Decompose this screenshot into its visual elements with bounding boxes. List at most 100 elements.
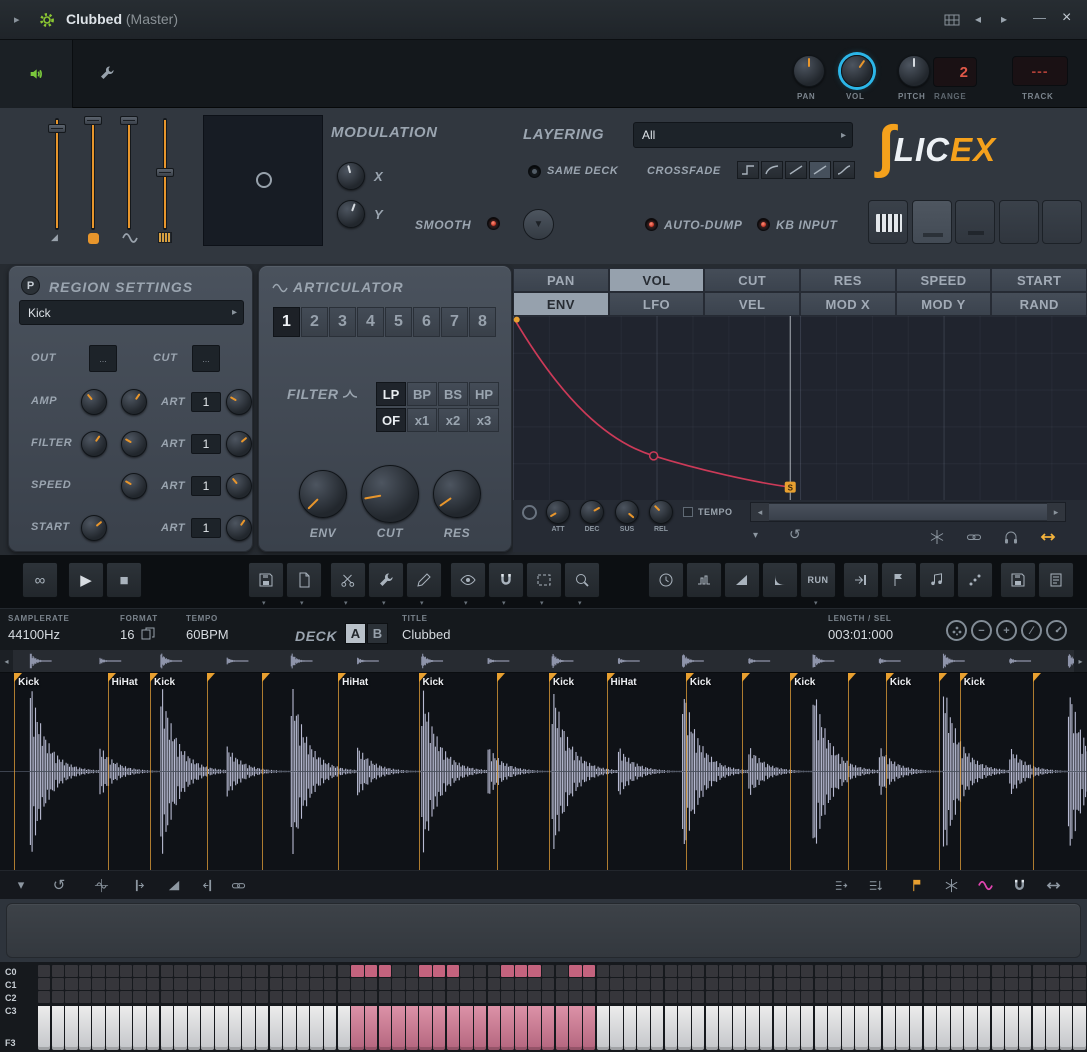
kb-cell[interactable] bbox=[229, 991, 241, 1003]
fader-track[interactable] bbox=[127, 118, 131, 230]
save-sample-button[interactable] bbox=[1000, 562, 1036, 598]
piano-key[interactable] bbox=[256, 1006, 268, 1050]
deck-page-button[interactable] bbox=[912, 200, 952, 244]
wave-menu-arrow[interactable]: ▾ bbox=[10, 875, 32, 895]
piano-key[interactable] bbox=[597, 1006, 609, 1050]
speed-dial-icon[interactable] bbox=[1046, 620, 1067, 641]
deck-page-button[interactable] bbox=[868, 200, 908, 244]
crossfade-curve-button[interactable] bbox=[809, 161, 831, 179]
slide-curve-icon[interactable] bbox=[974, 875, 996, 895]
waveform-overview[interactable]: ◂ ▸ bbox=[0, 650, 1087, 673]
kb-cell[interactable] bbox=[910, 965, 922, 977]
piano-key[interactable] bbox=[692, 1006, 704, 1050]
kb-cell[interactable] bbox=[379, 965, 391, 977]
next-preset-button[interactable]: ▸ bbox=[1001, 12, 1007, 26]
art-value-box[interactable]: 1 bbox=[191, 476, 221, 496]
new-document-button[interactable] bbox=[286, 562, 322, 598]
headphones-icon[interactable] bbox=[1002, 528, 1020, 546]
tab-vol[interactable]: VOL bbox=[609, 268, 705, 292]
amp-art-knob[interactable] bbox=[226, 389, 252, 415]
kb-cell[interactable] bbox=[406, 978, 418, 990]
overview-scroll-left[interactable]: ◂ bbox=[0, 650, 13, 672]
kb-cell[interactable] bbox=[256, 965, 268, 977]
piano-key[interactable] bbox=[310, 1006, 322, 1050]
kb-cell[interactable] bbox=[910, 978, 922, 990]
kb-cell[interactable] bbox=[52, 978, 64, 990]
piano-key[interactable] bbox=[951, 1006, 963, 1050]
tempo-checkbox[interactable] bbox=[683, 507, 693, 517]
filter-type-hp[interactable]: HP bbox=[469, 382, 499, 406]
piano-key[interactable] bbox=[637, 1006, 649, 1050]
kb-cell[interactable] bbox=[147, 978, 159, 990]
snap-magnet-icon[interactable] bbox=[1008, 875, 1030, 895]
pitch-knob[interactable] bbox=[898, 55, 930, 87]
tab-cut[interactable]: CUT bbox=[704, 268, 800, 292]
kb-cell[interactable] bbox=[201, 965, 213, 977]
fader-track[interactable] bbox=[91, 118, 95, 230]
kb-cell[interactable] bbox=[161, 978, 173, 990]
slice-marker[interactable]: HiHat bbox=[338, 673, 339, 870]
kb-cell[interactable] bbox=[787, 991, 799, 1003]
kb-cell[interactable] bbox=[283, 965, 295, 977]
start-knob[interactable] bbox=[81, 515, 107, 541]
kb-cell[interactable] bbox=[433, 991, 445, 1003]
kb-cell[interactable] bbox=[147, 965, 159, 977]
kb-cell[interactable] bbox=[92, 991, 104, 1003]
kb-cell[interactable] bbox=[801, 991, 813, 1003]
kb-cell[interactable] bbox=[92, 978, 104, 990]
scroll-left-arrow[interactable]: ◂ bbox=[751, 503, 769, 521]
kb-cell[interactable] bbox=[774, 991, 786, 1003]
kb-cell[interactable] bbox=[270, 991, 282, 1003]
piano-key[interactable] bbox=[65, 1006, 77, 1050]
kb-cell[interactable] bbox=[746, 965, 758, 977]
crossfade-curve-button[interactable] bbox=[785, 161, 807, 179]
kb-cell[interactable] bbox=[815, 965, 827, 977]
xy-pad[interactable] bbox=[203, 115, 323, 246]
kb-cell[interactable] bbox=[706, 978, 718, 990]
out-box[interactable]: ... bbox=[89, 345, 117, 372]
dropdown-arrow[interactable]: ▾ bbox=[814, 599, 818, 607]
piano-key[interactable] bbox=[746, 1006, 758, 1050]
slice-marker[interactable] bbox=[939, 673, 940, 870]
kb-cell[interactable] bbox=[637, 991, 649, 1003]
filter-type-lp[interactable]: LP bbox=[376, 382, 406, 406]
kb-cell[interactable] bbox=[52, 991, 64, 1003]
slice-marker[interactable] bbox=[207, 673, 208, 870]
kb-cell[interactable] bbox=[719, 965, 731, 977]
piano-key[interactable] bbox=[92, 1006, 104, 1050]
settings-gear-icon[interactable] bbox=[36, 9, 58, 31]
kb-cell[interactable] bbox=[787, 978, 799, 990]
region-select[interactable]: Kick▸ bbox=[19, 300, 244, 325]
undo-icon[interactable]: ↺ bbox=[48, 875, 70, 895]
edit-script-button[interactable] bbox=[1038, 562, 1074, 598]
art-value-box[interactable]: 1 bbox=[191, 518, 221, 538]
kb-cell[interactable] bbox=[65, 991, 77, 1003]
dump-markers-button[interactable] bbox=[881, 562, 917, 598]
slice-list-icon[interactable] bbox=[830, 875, 852, 895]
kb-cell[interactable] bbox=[488, 965, 500, 977]
kb-cell[interactable] bbox=[365, 965, 377, 977]
kb-cell[interactable] bbox=[706, 965, 718, 977]
kb-cell[interactable] bbox=[106, 965, 118, 977]
slice-marker[interactable]: Kick bbox=[790, 673, 791, 870]
volume-knob[interactable] bbox=[841, 55, 873, 87]
piano-key[interactable] bbox=[351, 1006, 363, 1050]
kb-cell[interactable] bbox=[297, 965, 309, 977]
articulator-slot-5[interactable]: 5 bbox=[385, 307, 412, 337]
kb-cell[interactable] bbox=[746, 991, 758, 1003]
envelope-menu-arrow[interactable]: ▾ bbox=[753, 530, 758, 541]
view-button[interactable] bbox=[450, 562, 486, 598]
piano-key[interactable] bbox=[801, 1006, 813, 1050]
kb-cell[interactable] bbox=[38, 965, 50, 977]
kb-cell[interactable] bbox=[569, 978, 581, 990]
rel-knob[interactable] bbox=[649, 500, 673, 524]
kb-cell[interactable] bbox=[951, 978, 963, 990]
deck-b-button[interactable]: B bbox=[367, 623, 388, 644]
tab-rand[interactable]: RAND bbox=[991, 292, 1087, 316]
mod-x-knob[interactable] bbox=[337, 162, 365, 190]
kb-cell[interactable] bbox=[215, 978, 227, 990]
prev-preset-button[interactable]: ◂ bbox=[975, 12, 981, 26]
fader-track[interactable] bbox=[55, 118, 59, 230]
smooth-led[interactable] bbox=[487, 217, 500, 230]
kb-cell[interactable] bbox=[842, 991, 854, 1003]
